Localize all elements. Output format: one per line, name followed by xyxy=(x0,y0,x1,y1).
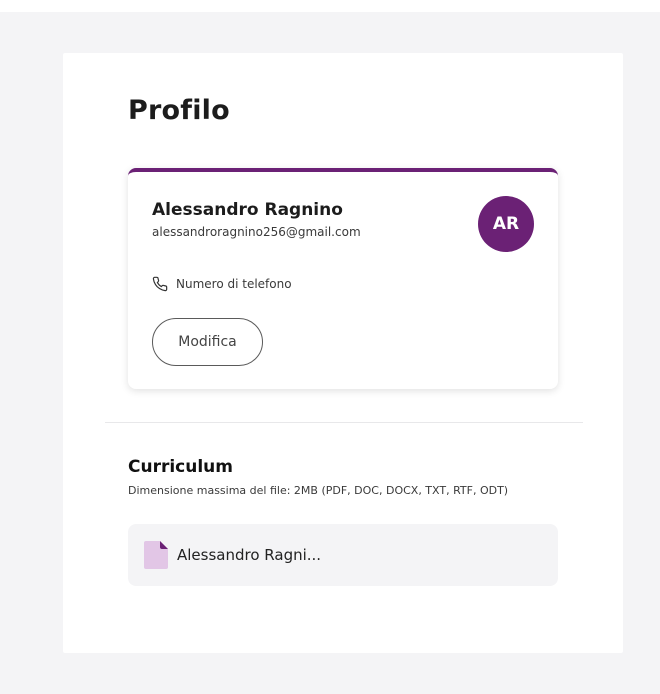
profile-panel: Profilo Alessandro Ragnino alessandrorag… xyxy=(63,53,623,653)
phone-icon xyxy=(152,276,168,292)
phone-number-label: Numero di telefono xyxy=(176,277,292,291)
curriculum-file-item[interactable]: Alessandro Ragni... xyxy=(128,524,558,586)
avatar: AR xyxy=(478,196,534,252)
phone-row: Numero di telefono xyxy=(152,276,292,292)
profile-card: Alessandro Ragnino alessandroragnino256@… xyxy=(128,168,558,389)
top-strip xyxy=(0,0,660,12)
user-email: alessandroragnino256@gmail.com xyxy=(152,225,361,239)
document-icon xyxy=(144,541,168,569)
page-title: Profilo xyxy=(128,95,230,126)
avatar-initials: AR xyxy=(492,214,520,234)
edit-profile-button[interactable]: Modifica xyxy=(152,318,263,366)
curriculum-file-name: Alessandro Ragni... xyxy=(177,546,322,564)
user-name: Alessandro Ragnino xyxy=(152,200,343,220)
section-divider xyxy=(105,422,583,423)
curriculum-file-limits: Dimensione massima del file: 2MB (PDF, D… xyxy=(128,484,509,497)
curriculum-title: Curriculum xyxy=(128,457,233,477)
